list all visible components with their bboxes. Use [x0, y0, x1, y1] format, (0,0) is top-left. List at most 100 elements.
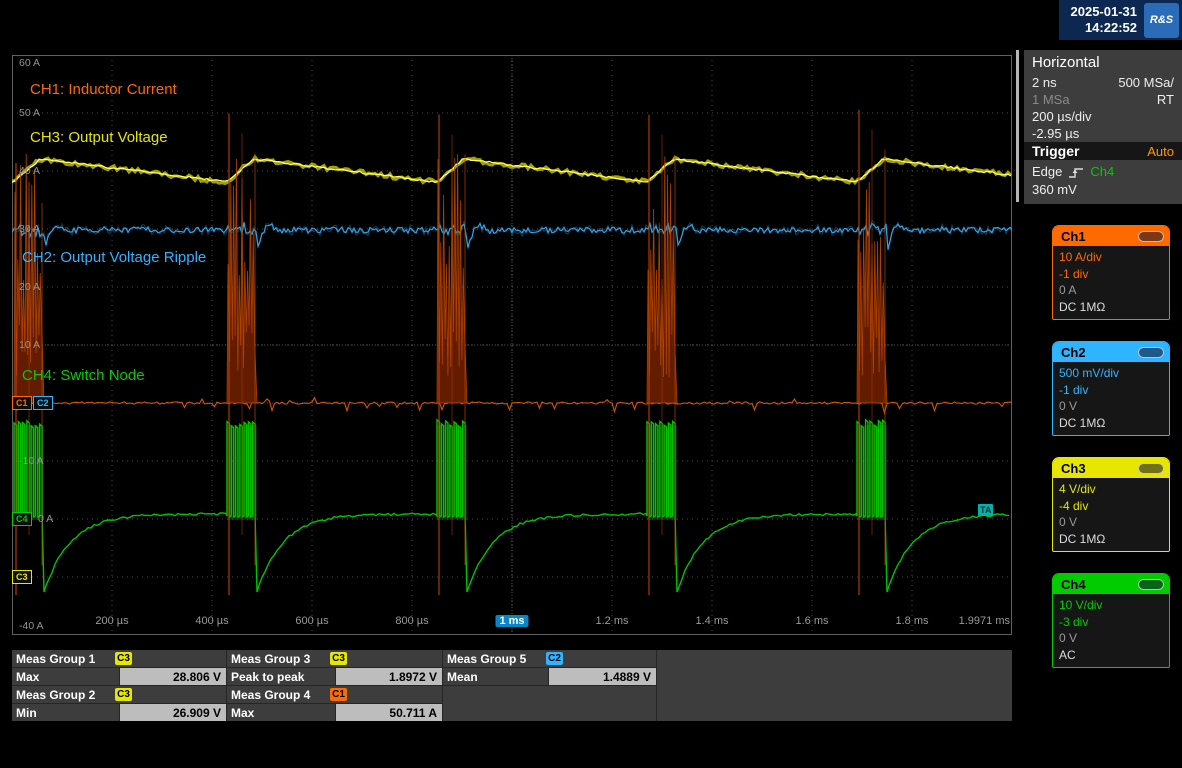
- channel-header[interactable]: Ch1: [1053, 226, 1169, 246]
- y-axis-label: 30 A: [19, 223, 40, 235]
- record-length-value: 1 MSa: [1032, 91, 1070, 108]
- meas-group-header[interactable]: Meas Group 1C3: [12, 650, 226, 667]
- clock-block: 2025-01-31 14:22:52 R&S: [1059, 0, 1182, 40]
- trigger-title: Trigger: [1032, 143, 1079, 159]
- channel-marker-c3[interactable]: C3: [12, 570, 32, 584]
- meas-group-header[interactable]: Meas Group 4C1: [227, 686, 442, 703]
- clock-time: 14:22:52: [1071, 20, 1138, 36]
- resolution-value: 2 ns: [1032, 74, 1057, 91]
- timebase-scale-value: 200 µs/div: [1032, 108, 1092, 125]
- channel-name: Ch4: [1061, 577, 1086, 592]
- meas-value: 28.806 V: [120, 668, 226, 685]
- trigger-type-label: Edge: [1032, 163, 1062, 181]
- clock-date: 2025-01-31: [1071, 4, 1138, 20]
- meas-metric-label: Mean: [443, 668, 548, 685]
- y-axis-label: 40 A: [19, 165, 40, 177]
- scrollbar-handle[interactable]: [1016, 50, 1019, 202]
- channel-coupling: DC 1MΩ: [1059, 299, 1163, 316]
- channel-scale: 500 mV/div: [1059, 365, 1163, 382]
- meas-group-name: Meas Group 1: [12, 652, 115, 666]
- meas-metric-label: Max: [227, 704, 335, 721]
- channel-marker-c1[interactable]: C1: [12, 396, 32, 410]
- channel-coupling: AC: [1059, 647, 1163, 664]
- x-axis-label: 1.6 ms: [795, 615, 828, 627]
- annotation-ch1: CH1: Inductor Current: [30, 81, 177, 98]
- channel-panel-ch4[interactable]: Ch4 10 V/div -3 div 0 V AC: [1052, 573, 1170, 668]
- sample-rate-value: 500 MSa/: [1118, 74, 1174, 91]
- acquisition-mode-value: RT: [1157, 91, 1174, 108]
- channel-offset: -1 div: [1059, 382, 1163, 399]
- channel-panel-ch1[interactable]: Ch1 10 A/div -1 div 0 A DC 1MΩ: [1052, 225, 1170, 320]
- x-axis-label: 200 µs: [95, 615, 128, 627]
- channel-scale: 10 A/div: [1059, 249, 1163, 266]
- y-axis-label: -10 A: [19, 455, 44, 467]
- meas-source-badge: C2: [546, 652, 563, 665]
- meas-group-name: Meas Group 5: [443, 652, 546, 666]
- channel-name: Ch3: [1061, 461, 1086, 476]
- channel-name: Ch1: [1061, 229, 1086, 244]
- trigger-level-marker[interactable]: TA: [978, 504, 993, 516]
- trigger-mode-badge[interactable]: Auto: [1147, 144, 1174, 159]
- channel-scale: 4 V/div: [1059, 481, 1163, 498]
- channel-panel-ch2[interactable]: Ch2 500 mV/div -1 div 0 V DC 1MΩ: [1052, 341, 1170, 436]
- meas-value: 50.711 A: [336, 704, 442, 721]
- channel-offset: -1 div: [1059, 266, 1163, 283]
- channel-marker-c4[interactable]: C4: [12, 512, 32, 526]
- trigger-level-value: 360 mV: [1032, 182, 1077, 197]
- channel-offset: -4 div: [1059, 498, 1163, 515]
- channel-marker-c2[interactable]: C2: [33, 396, 53, 410]
- channel-position: 0 A: [1059, 282, 1163, 299]
- x-axis-label: 1.2 ms: [595, 615, 628, 627]
- channel-coupling: DC 1MΩ: [1059, 531, 1163, 548]
- x-axis-label: 400 µs: [195, 615, 228, 627]
- trigger-panel[interactable]: Trigger Auto Edge Ch4 360 mV: [1024, 142, 1182, 204]
- channel-panel-ch3[interactable]: Ch3 4 V/div -4 div 0 V DC 1MΩ: [1052, 457, 1170, 552]
- meas-group-header[interactable]: Meas Group 5C2: [443, 650, 656, 667]
- channel-header[interactable]: Ch2: [1053, 342, 1169, 362]
- meas-metric-label: Max: [12, 668, 119, 685]
- plot-overlay: CH1: Inductor Current CH3: Output Voltage…: [12, 55, 1012, 635]
- x-axis-label: 800 µs: [395, 615, 428, 627]
- channel-header[interactable]: Ch4: [1053, 574, 1169, 594]
- channel-toggle-pill[interactable]: [1138, 347, 1164, 358]
- annotation-ch4: CH4: Switch Node: [22, 367, 145, 384]
- meas-value: 1.4889 V: [549, 668, 656, 685]
- measurement-panel: Meas Group 1C3Max28.806 VMeas Group 3C3P…: [12, 650, 1012, 721]
- y-axis-label: 50 A: [19, 107, 40, 119]
- horizontal-panel[interactable]: Horizontal 2 ns 500 MSa/ 1 MSa RT 200 µs…: [1024, 50, 1182, 148]
- meas-group-header[interactable]: Meas Group 3C3: [227, 650, 442, 667]
- channel-toggle-pill[interactable]: [1138, 463, 1164, 474]
- x-axis-label: 1 ms: [495, 615, 528, 627]
- meas-source-badge: C3: [330, 652, 347, 665]
- channel-settings: 500 mV/div -1 div 0 V DC 1MΩ: [1053, 362, 1169, 435]
- channel-position: 0 V: [1059, 630, 1163, 647]
- y-axis-label: 60 A: [19, 57, 40, 69]
- meas-metric-label: Min: [12, 704, 119, 721]
- meas-value: 1.8972 V: [336, 668, 442, 685]
- channel-coupling: DC 1MΩ: [1059, 415, 1163, 432]
- meas-group-name: Meas Group 4: [227, 688, 330, 702]
- y-axis-label: -40 A: [19, 620, 44, 632]
- rs-logo: R&S: [1144, 3, 1179, 38]
- y-axis-label: 0 A: [38, 513, 53, 525]
- channel-position: 0 V: [1059, 398, 1163, 415]
- channel-header[interactable]: Ch3: [1053, 458, 1169, 478]
- meas-group-name: Meas Group 2: [12, 688, 115, 702]
- channel-toggle-pill[interactable]: [1138, 231, 1164, 242]
- meas-group-name: Meas Group 3: [227, 652, 330, 666]
- clock-text: 2025-01-31 14:22:52: [1071, 4, 1138, 36]
- channel-toggle-pill[interactable]: [1138, 579, 1164, 590]
- channel-position: 0 V: [1059, 514, 1163, 531]
- annotation-ch3: CH3: Output Voltage: [30, 129, 168, 146]
- channel-name: Ch2: [1061, 345, 1086, 360]
- channel-settings: 4 V/div -4 div 0 V DC 1MΩ: [1053, 478, 1169, 551]
- y-axis-label: 20 A: [19, 281, 40, 293]
- meas-source-badge: C3: [115, 688, 132, 701]
- meas-filler: [443, 686, 656, 721]
- x-axis-label: 600 µs: [295, 615, 328, 627]
- edge-icon: [1068, 166, 1084, 179]
- rs-logo-text: R&S: [1150, 14, 1173, 26]
- plot-area: CH1: Inductor Current CH3: Output Voltage…: [12, 55, 1012, 635]
- channel-settings: 10 A/div -1 div 0 A DC 1MΩ: [1053, 246, 1169, 319]
- meas-group-header[interactable]: Meas Group 2C3: [12, 686, 226, 703]
